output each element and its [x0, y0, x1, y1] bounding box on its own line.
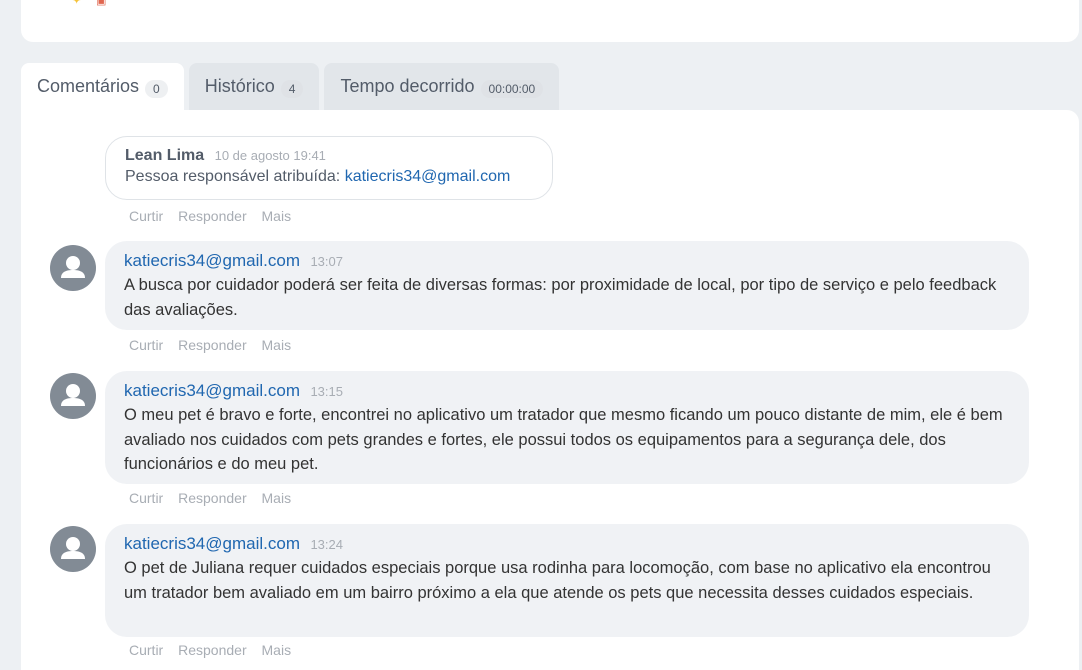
comment-text: O pet de Juliana requer cuidados especia…: [124, 559, 991, 602]
comments-panel: Lean Lima 10 de agosto 19:41 Pessoa resp…: [21, 110, 1079, 670]
system-entry-email-link[interactable]: katiecris34@gmail.com: [345, 168, 511, 185]
system-entry-actions: Curtir Responder Mais: [129, 208, 302, 224]
avatar[interactable]: [50, 373, 96, 419]
user-icon: [61, 256, 85, 278]
comment-item: katiecris34@gmail.com 13:07 A busca por …: [105, 241, 1029, 330]
like-button[interactable]: Curtir: [129, 490, 163, 506]
tab-elapsed-time[interactable]: Tempo decorrido 00:00:00: [324, 63, 560, 110]
like-button[interactable]: Curtir: [129, 208, 163, 224]
user-icon: [61, 537, 85, 559]
tab-comments-count: 0: [145, 80, 168, 98]
like-button[interactable]: Curtir: [129, 337, 163, 353]
comment-author-link[interactable]: katiecris34@gmail.com: [124, 534, 300, 553]
more-button[interactable]: Mais: [262, 642, 292, 658]
system-entry-author[interactable]: Lean Lima: [125, 147, 204, 164]
comment-actions: Curtir Responder Mais: [129, 642, 302, 658]
tab-history-label: Histórico: [204, 76, 275, 96]
system-entry-time: 10 de agosto 19:41: [214, 148, 326, 163]
reply-button[interactable]: Responder: [178, 208, 247, 224]
more-button[interactable]: Mais: [262, 337, 292, 353]
comment-item: katiecris34@gmail.com 13:24 O pet de Jul…: [105, 524, 1029, 637]
tab-comments-label: Comentários: [37, 76, 140, 96]
avatar[interactable]: [50, 526, 96, 572]
system-entry-message: Pessoa responsável atribuída: katiecris3…: [125, 165, 533, 189]
comment-actions: Curtir Responder Mais: [129, 337, 302, 353]
comment-actions: Curtir Responder Mais: [129, 490, 302, 506]
tab-history-count: 4: [280, 80, 304, 98]
comment-author-link[interactable]: katiecris34@gmail.com: [124, 251, 300, 270]
tab-history[interactable]: Histórico 4: [188, 63, 320, 110]
tab-elapsed-time-count: 00:00:00: [480, 80, 544, 98]
reply-button[interactable]: Responder: [178, 337, 247, 353]
more-button[interactable]: Mais: [262, 208, 292, 224]
comment-item: katiecris34@gmail.com 13:15 O meu pet é …: [105, 371, 1029, 484]
tab-elapsed-time-label: Tempo decorrido: [340, 76, 475, 96]
comment-text: O meu pet é bravo e forte, encontrei no …: [124, 406, 1003, 473]
comment-time: 13:15: [310, 384, 343, 399]
sparkle-icon[interactable]: ✦: [72, 0, 84, 7]
comment-time: 13:24: [310, 537, 343, 552]
comment-time: 13:07: [310, 254, 343, 269]
more-button[interactable]: Mais: [262, 490, 292, 506]
user-icon: [61, 384, 85, 406]
tab-comments[interactable]: Comentários 0: [21, 63, 184, 110]
top-card: ✦ ▣: [21, 0, 1079, 42]
note-icon[interactable]: ▣: [96, 0, 108, 7]
comment-author-link[interactable]: katiecris34@gmail.com: [124, 381, 300, 400]
system-entry: Lean Lima 10 de agosto 19:41 Pessoa resp…: [105, 136, 553, 200]
reply-button[interactable]: Responder: [178, 642, 247, 658]
like-button[interactable]: Curtir: [129, 642, 163, 658]
comment-tabs: Comentários 0 Histórico 4 Tempo decorrid…: [21, 63, 560, 110]
reply-button[interactable]: Responder: [178, 490, 247, 506]
system-entry-prefix: Pessoa responsável atribuída:: [125, 168, 345, 185]
avatar[interactable]: [50, 245, 96, 291]
comment-text: A busca por cuidador poderá ser feita de…: [124, 276, 997, 319]
